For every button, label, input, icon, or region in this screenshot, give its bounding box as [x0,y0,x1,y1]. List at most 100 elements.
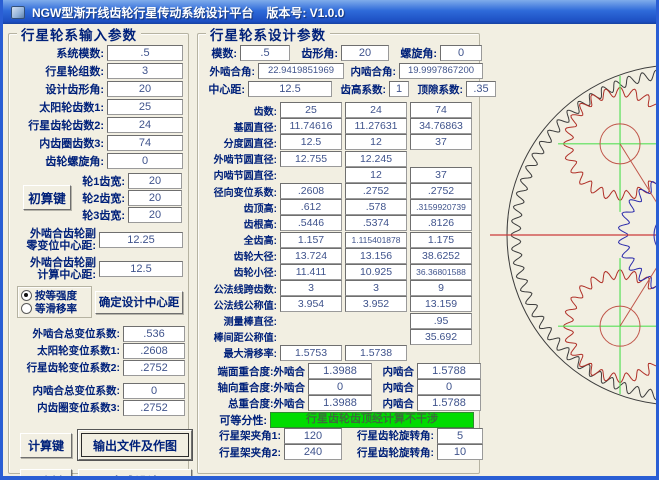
gear-table-cell[interactable]: 74 [410,102,472,118]
overlap-ext-field[interactable]: 1.3988 [308,363,372,379]
input-param-field[interactable]: 25 [107,99,183,115]
coefficient-field[interactable]: .2752 [123,360,185,376]
gear-table-cell[interactable]: 25 [280,102,342,118]
gear-table-row-label: 齿轮小径: [203,264,280,279]
gear-table-cell[interactable]: 37 [410,134,472,150]
gear-table-cell[interactable]: 12 [345,134,407,150]
face-width-field[interactable]: 20 [128,173,182,189]
gear-table-cell[interactable]: 1.115401878 [345,232,407,248]
confirm-center-distance-button[interactable]: 确定设计中心距 [95,291,183,314]
gear-table-cell[interactable]: 12.245 [345,151,407,167]
planet-rotation-field[interactable]: 10 [437,444,483,460]
gear-table-cell[interactable]: .3159920739 [410,199,472,215]
ext-mesh-angle-field[interactable]: 22.9419851969 [258,63,344,79]
gear-table-cell[interactable]: 36.36801588 [410,264,472,280]
input-param-label: 太阳轮齿数1: [14,99,107,115]
output-file-plot-button[interactable]: 输出文件及作图 [78,430,192,460]
gear-table-cell[interactable]: 12.5 [280,134,342,150]
gear-table-cell[interactable]: 3 [280,280,342,296]
ext-mesh-angle-label: 外啮合角: [203,64,258,79]
overlap-ext-field[interactable]: 0 [308,379,372,395]
gear-table-cell[interactable]: 11.411 [280,264,342,280]
gear-table-cell[interactable]: 12 [345,167,407,183]
gear-table-cell[interactable]: 13.156 [345,248,407,264]
gear-table-row: 测量棒直径:.95 [203,312,474,328]
gear-table-cell[interactable]: 12.755 [280,151,342,167]
overlap-int-field[interactable]: 1.5788 [417,395,481,411]
gear-table-cell[interactable]: 11.27631 [345,118,407,134]
input-param-field[interactable]: 74 [107,135,183,151]
coefficient-label: 内啮合总变位系数: [14,383,123,398]
calc-center-distance-field[interactable]: 12.5 [99,261,183,277]
overlap-ext-label: 轴向重合度:外啮合 [203,380,308,395]
overlap-int-field[interactable]: 1.5788 [417,363,481,379]
zero-center-distance-field[interactable]: 12.25 [99,232,183,248]
gear-table-cell[interactable]: 1.5738 [345,345,407,361]
center-distance-field[interactable]: 12.5 [248,81,332,97]
title-bar[interactable]: NGW型渐开线齿轮行星传动系统设计平台 版本号: V1.0.0 [3,0,656,24]
gear-table-cell[interactable]: 1.5753 [280,345,342,361]
radio-equal-slip[interactable]: 等滑移率 [21,302,88,315]
gear-table-cell[interactable]: .2752 [410,183,472,199]
gear-table-row: 公法线跨齿数:339 [203,280,474,296]
gear-match-button[interactable]: 配齿键 [20,469,72,480]
addendum-coeff-field[interactable]: 1 [389,81,409,97]
gear-table-cell[interactable]: 24 [345,102,407,118]
gear-table-cell[interactable]: .5374 [345,215,407,231]
gear-table-cell[interactable]: .2752 [345,183,407,199]
gear-table-row-label: 最大滑移率: [203,345,280,360]
input-param-label: 系统模数: [14,45,107,61]
input-param-label: 行星齿轮齿数2: [14,117,107,133]
int-mesh-angle-field[interactable]: 19.9997867200 [399,63,483,79]
gear-table-row-label: 齿顶高: [203,200,280,215]
carrier-angle-field[interactable]: 240 [284,444,342,460]
carrier-angle-field[interactable]: 120 [284,428,342,444]
gear-table-row: 公法线公称值:3.9543.95213.159 [203,296,474,312]
gear-table-cell[interactable]: 1.157 [280,232,342,248]
gear-table-cell[interactable]: .5446 [280,215,342,231]
helix-angle-field[interactable]: 0 [440,45,482,61]
gear-table-cell[interactable]: 3.954 [280,296,342,312]
gear-table-row-label: 公法线跨齿数: [203,281,280,296]
gear-table-cell[interactable]: 11.74616 [280,118,342,134]
gear-table-cell[interactable]: 13.724 [280,248,342,264]
coefficient-field[interactable]: .536 [123,326,185,342]
input-param-field[interactable]: 3 [107,63,183,79]
pressure-angle-field[interactable]: 20 [341,45,389,61]
gear-table-cell[interactable]: 3.952 [345,296,407,312]
gear-table-cell[interactable]: 35.692 [410,329,472,345]
gear-table-cell[interactable]: 34.76863 [410,118,472,134]
input-param-field[interactable]: 0 [107,153,183,169]
gear-table-row: 最大滑移率:1.57531.5738 [203,345,474,361]
gear-table-cell[interactable]: .612 [280,199,342,215]
input-param-field[interactable]: 20 [107,81,183,97]
gear-table-cell[interactable]: 13.159 [410,296,472,312]
coefficient-field[interactable]: .2608 [123,343,185,359]
module-field[interactable]: .5 [240,45,290,61]
gear-table-cell[interactable]: .95 [410,313,472,329]
gear-table-cell[interactable]: .8126 [410,215,472,231]
radio-unselected-icon [21,303,32,314]
gear-table-row-label: 径向变位系数: [203,184,280,199]
calculate-button[interactable]: 计算键 [20,433,72,458]
finish-design-button[interactable]: 完成设计 [78,469,192,480]
gear-table-cell[interactable]: .2608 [280,183,342,199]
gear-table-cell[interactable]: .578 [345,199,407,215]
input-param-field[interactable]: 24 [107,117,183,133]
gear-table-cell[interactable]: 9 [410,280,472,296]
gear-table-cell[interactable]: 37 [410,167,472,183]
gear-table-cell[interactable]: 1.175 [410,232,472,248]
gear-table-row: 内啮节圆直径:1237 [203,167,474,183]
gear-table-cell[interactable]: 38.6252 [410,248,472,264]
gear-table-cell[interactable]: 3 [345,280,407,296]
overlap-ext-field[interactable]: 1.3988 [308,395,372,411]
planet-rotation-field[interactable]: 5 [437,428,483,444]
input-param-field[interactable]: .5 [107,45,183,61]
gear-table-cell[interactable]: 10.925 [345,264,407,280]
face-width-field[interactable]: 20 [128,207,182,223]
coefficient-field[interactable]: 0 [123,383,185,399]
coefficient-field[interactable]: .2752 [123,400,185,416]
init-calc-button[interactable]: 初算键 [23,185,71,210]
face-width-field[interactable]: 20 [128,190,182,206]
overlap-int-field[interactable]: 0 [417,379,481,395]
